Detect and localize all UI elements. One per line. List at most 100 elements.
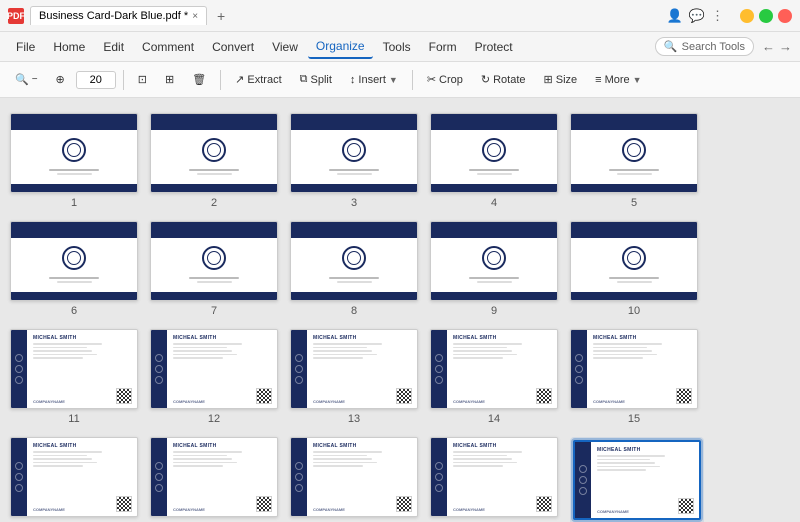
insert-button[interactable]: ↕ Insert ▼ xyxy=(343,71,405,89)
page-number-8: 8 xyxy=(351,305,357,317)
rotate-icon: ↻ xyxy=(481,73,490,86)
forward-icon[interactable]: → xyxy=(779,39,792,54)
thumbnails-button[interactable]: ⊞ xyxy=(158,70,181,89)
app-icon: PDF xyxy=(8,8,24,24)
page-number-13: 13 xyxy=(348,413,360,425)
page-thumbnail-6 xyxy=(10,221,138,301)
zoom-out-button[interactable]: 🔍 − xyxy=(8,70,45,89)
page-item-2[interactable]: 2 xyxy=(150,113,278,209)
separator-3 xyxy=(412,70,413,90)
tab-close-button[interactable]: × xyxy=(192,11,198,22)
search-tools-label: Search Tools xyxy=(682,41,745,53)
crop-button[interactable]: ✂ Crop xyxy=(420,70,470,89)
page-item-4[interactable]: 4 xyxy=(430,113,558,209)
size-button[interactable]: ⊞ Size xyxy=(537,70,585,89)
menu-bar: File Home Edit Comment Convert View Orga… xyxy=(0,32,800,62)
menu-protect[interactable]: Protect xyxy=(467,36,521,58)
extract-button[interactable]: ↗ Extract xyxy=(228,70,288,89)
close-button[interactable] xyxy=(778,9,792,23)
page-item-9[interactable]: 9 xyxy=(430,221,558,317)
zoom-out-label: − xyxy=(32,74,38,85)
zoom-input[interactable] xyxy=(76,71,116,89)
fit-page-button[interactable]: ⊡ xyxy=(131,70,154,89)
page-thumbnail-1 xyxy=(10,113,138,193)
page-item-7[interactable]: 7 xyxy=(150,221,278,317)
page-number-15: 15 xyxy=(628,413,640,425)
document-tab[interactable]: Business Card-Dark Blue.pdf * × xyxy=(30,6,207,25)
window-controls: 👤 💬 ⋮ xyxy=(667,8,792,24)
delete-button[interactable]: 🗑 xyxy=(185,70,213,89)
page-thumbnail-16: MICHEAL SMITH COMPANYNAME xyxy=(10,437,138,517)
page-thumbnail-15: MICHEAL SMITH COMPANYNAME xyxy=(570,329,698,409)
extract-icon: ↗ xyxy=(235,73,244,86)
page-item-5[interactable]: 5 xyxy=(570,113,698,209)
new-tab-button[interactable]: + xyxy=(213,8,229,24)
page-thumbnail-20: MICHEAL SMITH COMPANYNAME xyxy=(573,440,701,520)
toolbar: 🔍 − ⊕ ⊡ ⊞ 🗑 ↗ Extract ⧉ Split ↕ Insert ▼… xyxy=(0,62,800,98)
crop-label: Crop xyxy=(439,74,463,86)
maximize-button[interactable] xyxy=(759,9,773,23)
page-number-5: 5 xyxy=(631,197,637,209)
page-item-20[interactable]: MICHEAL SMITH COMPANYNAME 20 xyxy=(570,437,704,522)
page-number-2: 2 xyxy=(211,197,217,209)
menu-home[interactable]: Home xyxy=(45,36,93,58)
more-button[interactable]: ≡ More ▼ xyxy=(588,71,648,89)
page-item-10[interactable]: 10 xyxy=(570,221,698,317)
page-item-8[interactable]: 8 xyxy=(290,221,418,317)
tab-label: Business Card-Dark Blue.pdf * xyxy=(39,10,188,22)
page-number-3: 3 xyxy=(351,197,357,209)
crop-icon: ✂ xyxy=(427,73,436,86)
search-tools[interactable]: 🔍 Search Tools xyxy=(655,37,754,56)
menu-comment[interactable]: Comment xyxy=(134,36,202,58)
back-icon[interactable]: ← xyxy=(762,39,775,54)
menu-convert[interactable]: Convert xyxy=(204,36,262,58)
page-thumbnail-11: MICHEAL SMITH COMPANYNAME xyxy=(10,329,138,409)
page-item-11[interactable]: MICHEAL SMITH COMPANYNAME 11 xyxy=(10,329,138,425)
insert-icon: ↕ xyxy=(350,74,356,86)
page-item-6[interactable]: 6 xyxy=(10,221,138,317)
page-number-1: 1 xyxy=(71,197,77,209)
page-number-7: 7 xyxy=(211,305,217,317)
page-thumbnail-9 xyxy=(430,221,558,301)
page-number-10: 10 xyxy=(628,305,640,317)
split-button[interactable]: ⧉ Split xyxy=(293,70,339,89)
profile-icon[interactable]: 👤 xyxy=(667,8,683,24)
page-item-18[interactable]: MICHEAL SMITH COMPANYNAME 18 xyxy=(290,437,418,522)
page-grid: 1 2 xyxy=(10,113,790,522)
minimize-button[interactable] xyxy=(740,9,754,23)
page-thumbnail-10 xyxy=(570,221,698,301)
page-item-16[interactable]: MICHEAL SMITH COMPANYNAME 16 xyxy=(10,437,138,522)
more-options-icon[interactable]: ⋮ xyxy=(711,8,724,24)
page-thumbnail-18: MICHEAL SMITH COMPANYNAME xyxy=(290,437,418,517)
menu-organize[interactable]: Organize xyxy=(308,35,373,59)
page-thumbnail-17: MICHEAL SMITH COMPANYNAME xyxy=(150,437,278,517)
page-item-15[interactable]: MICHEAL SMITH COMPANYNAME 15 xyxy=(570,329,698,425)
delete-icon: 🗑 xyxy=(192,73,206,86)
chat-icon[interactable]: 💬 xyxy=(689,8,705,24)
page-thumbnail-8 xyxy=(290,221,418,301)
zoom-out-icon: 🔍 xyxy=(15,73,29,86)
zoom-in-button[interactable]: ⊕ xyxy=(49,70,72,89)
page-thumbnail-12: MICHEAL SMITH COMPANYNAME xyxy=(150,329,278,409)
extract-label: Extract xyxy=(247,74,281,86)
menu-view[interactable]: View xyxy=(264,36,306,58)
page-item-14[interactable]: MICHEAL SMITH COMPANYNAME 14 xyxy=(430,329,558,425)
menu-form[interactable]: Form xyxy=(421,36,465,58)
menu-tools[interactable]: Tools xyxy=(375,36,419,58)
rotate-button[interactable]: ↻ Rotate xyxy=(474,70,533,89)
rotate-label: Rotate xyxy=(493,74,525,86)
page-number-4: 4 xyxy=(491,197,497,209)
page-number-14: 14 xyxy=(488,413,500,425)
menu-edit[interactable]: Edit xyxy=(95,36,132,58)
page-item-3[interactable]: 3 xyxy=(290,113,418,209)
page-item-1[interactable]: 1 xyxy=(10,113,138,209)
page-item-19[interactable]: MICHEAL SMITH COMPANYNAME 19 xyxy=(430,437,558,522)
page-item-17[interactable]: MICHEAL SMITH COMPANYNAME 17 xyxy=(150,437,278,522)
menu-file[interactable]: File xyxy=(8,36,43,58)
page-thumbnail-5 xyxy=(570,113,698,193)
page-item-13[interactable]: MICHEAL SMITH COMPANYNAME 13 xyxy=(290,329,418,425)
main-area: 1 2 xyxy=(0,98,800,522)
page-thumbnail-7 xyxy=(150,221,278,301)
page-item-12[interactable]: MICHEAL SMITH COMPANYNAME 12 xyxy=(150,329,278,425)
page-number-6: 6 xyxy=(71,305,77,317)
